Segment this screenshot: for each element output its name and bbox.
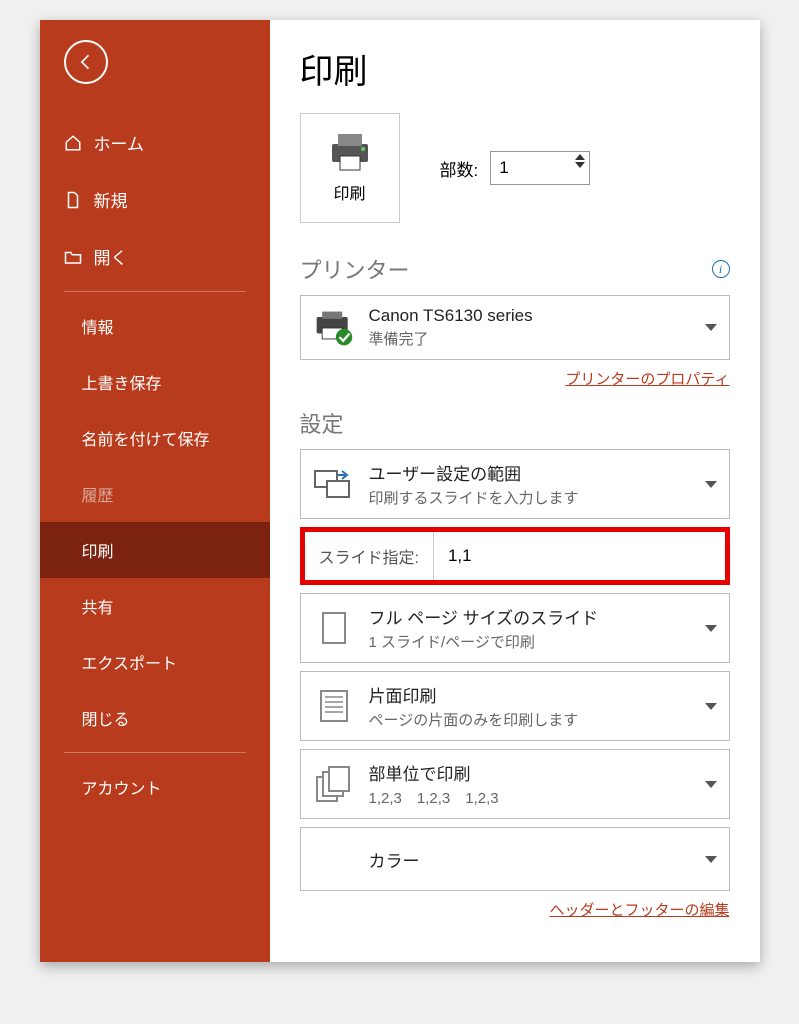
layout-dropdown[interactable]: フル ページ サイズのスライド 1 スライド/ページで印刷 bbox=[300, 593, 730, 663]
spinner-down-icon[interactable] bbox=[575, 162, 585, 168]
slide-spec-label: スライド指定: bbox=[305, 532, 434, 580]
sides-title: 片面印刷 bbox=[369, 682, 691, 707]
chevron-down-icon bbox=[705, 703, 717, 710]
copies-spinner[interactable]: 1 bbox=[490, 151, 590, 185]
sidebar-item-label: 共有 bbox=[82, 594, 114, 618]
sidebar-item-close[interactable]: 閉じる bbox=[40, 690, 270, 746]
sidebar-item-label: 名前を付けて保存 bbox=[82, 426, 210, 450]
settings-section-header: 設定 bbox=[300, 407, 730, 439]
sidebar-divider bbox=[64, 291, 246, 292]
print-button[interactable]: 印刷 bbox=[300, 113, 400, 223]
chevron-down-icon bbox=[705, 856, 717, 863]
back-button[interactable] bbox=[64, 40, 108, 84]
single-side-icon bbox=[313, 685, 355, 727]
folder-open-icon bbox=[64, 248, 82, 266]
sidebar-item-export[interactable]: エクスポート bbox=[40, 634, 270, 690]
info-icon[interactable]: i bbox=[712, 260, 730, 278]
home-icon bbox=[64, 134, 82, 152]
sides-dropdown[interactable]: 片面印刷 ページの片面のみを印刷します bbox=[300, 671, 730, 741]
print-button-label: 印刷 bbox=[333, 180, 365, 204]
collate-dropdown[interactable]: 部単位で印刷 1,2,3 1,2,3 1,2,3 bbox=[300, 749, 730, 819]
sidebar: ホーム 新規 開く 情報 上書き保存 名前を付けて保存 履歴 印刷 共有 エクス… bbox=[40, 20, 270, 962]
print-row: 印刷 部数: 1 bbox=[300, 113, 730, 223]
sidebar-item-print[interactable]: 印刷 bbox=[40, 522, 270, 578]
print-range-dropdown[interactable]: ユーザー設定の範囲 印刷するスライドを入力します bbox=[300, 449, 730, 519]
sidebar-item-account[interactable]: アカウント bbox=[40, 759, 270, 815]
sidebar-item-home[interactable]: ホーム bbox=[40, 114, 270, 171]
printer-status: 準備完了 bbox=[369, 328, 691, 349]
sidebar-item-label: 閉じる bbox=[82, 706, 130, 730]
printer-status-icon bbox=[313, 307, 355, 349]
printer-section-title: プリンター bbox=[300, 253, 410, 285]
sidebar-divider bbox=[64, 752, 246, 753]
slide-spec-input[interactable] bbox=[434, 532, 725, 580]
sidebar-item-new[interactable]: 新規 bbox=[40, 171, 270, 228]
sidebar-item-label: 印刷 bbox=[82, 538, 114, 562]
chevron-down-icon bbox=[705, 625, 717, 632]
sidebar-item-save[interactable]: 上書き保存 bbox=[40, 354, 270, 410]
sidebar-item-share[interactable]: 共有 bbox=[40, 578, 270, 634]
sides-sub: ページの片面のみを印刷します bbox=[369, 709, 691, 730]
range-sub: 印刷するスライドを入力します bbox=[369, 487, 691, 508]
printer-icon bbox=[326, 132, 374, 172]
chevron-down-icon bbox=[705, 324, 717, 331]
sidebar-item-label: アカウント bbox=[82, 775, 162, 799]
slide-specification-row: スライド指定: bbox=[300, 527, 730, 585]
settings-section-title: 設定 bbox=[300, 407, 344, 439]
spinner-up-icon[interactable] bbox=[575, 154, 585, 160]
print-backstage-window: ホーム 新規 開く 情報 上書き保存 名前を付けて保存 履歴 印刷 共有 エクス… bbox=[40, 20, 760, 962]
copies-label: 部数: bbox=[440, 156, 479, 181]
sidebar-item-history: 履歴 bbox=[40, 466, 270, 522]
sidebar-item-open[interactable]: 開く bbox=[40, 228, 270, 285]
page-title: 印刷 bbox=[300, 44, 730, 93]
layout-title: フル ページ サイズのスライド bbox=[369, 604, 691, 629]
copies-value: 1 bbox=[499, 158, 508, 178]
collate-title: 部単位で印刷 bbox=[369, 760, 691, 785]
chevron-down-icon bbox=[705, 481, 717, 488]
color-swatch-icon bbox=[313, 838, 355, 880]
sidebar-item-info[interactable]: 情報 bbox=[40, 298, 270, 354]
file-icon bbox=[64, 191, 82, 209]
sidebar-item-label: ホーム bbox=[94, 130, 145, 155]
sidebar-item-label: 開く bbox=[94, 244, 128, 269]
collate-icon bbox=[313, 763, 355, 805]
sidebar-item-label: 新規 bbox=[94, 187, 128, 212]
content-panel: 印刷 印刷 部数: 1 bbox=[270, 20, 760, 962]
collate-sub: 1,2,3 1,2,3 1,2,3 bbox=[369, 787, 691, 808]
sidebar-item-saveas[interactable]: 名前を付けて保存 bbox=[40, 410, 270, 466]
sidebar-item-label: 上書き保存 bbox=[82, 370, 162, 394]
back-arrow-icon bbox=[76, 52, 96, 72]
printer-section-header: プリンター i bbox=[300, 253, 730, 285]
sidebar-item-label: 情報 bbox=[82, 314, 114, 338]
header-footer-link[interactable]: ヘッダーとフッターの編集 bbox=[549, 902, 729, 919]
sidebar-item-label: エクスポート bbox=[82, 650, 178, 674]
printer-dropdown[interactable]: Canon TS6130 series 準備完了 bbox=[300, 295, 730, 360]
full-page-icon bbox=[313, 607, 355, 649]
color-dropdown[interactable]: カラー bbox=[300, 827, 730, 891]
copies-control: 部数: 1 bbox=[440, 151, 591, 185]
color-title: カラー bbox=[369, 847, 691, 872]
slides-range-icon bbox=[313, 463, 355, 505]
chevron-down-icon bbox=[705, 781, 717, 788]
range-title: ユーザー設定の範囲 bbox=[369, 460, 691, 485]
printer-properties-link[interactable]: プリンターのプロパティ bbox=[565, 371, 729, 388]
layout-sub: 1 スライド/ページで印刷 bbox=[369, 631, 691, 652]
printer-name: Canon TS6130 series bbox=[369, 306, 691, 326]
sidebar-item-label: 履歴 bbox=[82, 482, 114, 506]
